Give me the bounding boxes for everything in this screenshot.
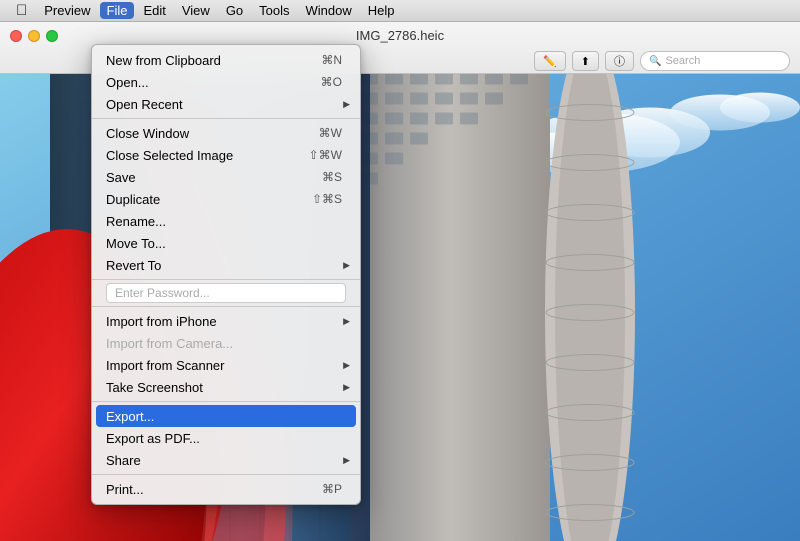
menu-item-new-clipboard[interactable]: New from Clipboard ⌘N <box>92 49 360 71</box>
menu-item-import-iphone[interactable]: Import from iPhone <box>92 310 360 332</box>
menu-item-print[interactable]: Print... ⌘P <box>92 478 360 500</box>
file-menu-item[interactable]: File <box>100 2 135 19</box>
edit-menu-item[interactable]: Edit <box>136 2 172 19</box>
menu-label: Close Window <box>106 126 189 141</box>
menu-item-duplicate[interactable]: Duplicate ⇧⌘S <box>92 188 360 210</box>
dropdown-overlay: New from Clipboard ⌘N Open... ⌘O Open Re… <box>0 22 800 541</box>
menu-shortcut: ⌘N <box>321 53 346 67</box>
menu-item-revert-to[interactable]: Revert To <box>92 254 360 276</box>
menu-label: Share <box>106 453 141 468</box>
separator-5 <box>92 474 360 475</box>
menu-shortcut: ⌘S <box>322 170 346 184</box>
password-placeholder: Enter Password... <box>115 286 210 300</box>
window-menu-item[interactable]: Window <box>299 2 359 19</box>
menu-item-close-selected[interactable]: Close Selected Image ⇧⌘W <box>92 144 360 166</box>
menu-label: Close Selected Image <box>106 148 233 163</box>
menu-item-export-pdf[interactable]: Export as PDF... <box>92 427 360 449</box>
menu-item-save[interactable]: Save ⌘S <box>92 166 360 188</box>
menu-item-close-window[interactable]: Close Window ⌘W <box>92 122 360 144</box>
menu-item-share[interactable]: Share <box>92 449 360 471</box>
menu-bar-items:  Preview File Edit View Go Tools Window… <box>0 1 800 20</box>
tools-menu-item[interactable]: Tools <box>252 2 296 19</box>
menu-item-open[interactable]: Open... ⌘O <box>92 71 360 93</box>
file-dropdown-menu: New from Clipboard ⌘N Open... ⌘O Open Re… <box>91 44 361 505</box>
window-area: IMG_2786.heic ✏️ ⬆ ⓘ 🔍 Search <box>0 22 800 541</box>
menu-item-move-to[interactable]: Move To... <box>92 232 360 254</box>
menu-shortcut: ⌘P <box>322 482 346 496</box>
separator-4 <box>92 401 360 402</box>
menu-shortcut: ⇧⌘S <box>312 192 346 206</box>
menu-item-rename[interactable]: Rename... <box>92 210 360 232</box>
menu-bar:  Preview File Edit View Go Tools Window… <box>0 0 800 22</box>
menu-label: Save <box>106 170 136 185</box>
menu-label: Duplicate <box>106 192 160 207</box>
menu-item-take-screenshot[interactable]: Take Screenshot <box>92 376 360 398</box>
menu-label: Move To... <box>106 236 166 251</box>
apple-menu-item[interactable]:  <box>8 1 35 20</box>
menu-item-import-camera: Import from Camera... <box>92 332 360 354</box>
menu-item-export[interactable]: Export... <box>96 405 356 427</box>
menu-shortcut: ⌘W <box>319 126 346 140</box>
menu-label: Rename... <box>106 214 166 229</box>
separator-3 <box>92 306 360 307</box>
menu-label: Export... <box>106 409 154 424</box>
menu-label: Open Recent <box>106 97 183 112</box>
menu-shortcut: ⇧⌘W <box>309 148 346 162</box>
help-menu-item[interactable]: Help <box>361 2 402 19</box>
separator-2 <box>92 279 360 280</box>
menu-label: New from Clipboard <box>106 53 221 68</box>
menu-label: Revert To <box>106 258 161 273</box>
menu-label: Import from Camera... <box>106 336 233 351</box>
menu-label: Print... <box>106 482 144 497</box>
password-input[interactable]: Enter Password... <box>106 283 346 303</box>
go-menu-item[interactable]: Go <box>219 2 250 19</box>
menu-label: Import from Scanner <box>106 358 225 373</box>
preview-menu-item[interactable]: Preview <box>37 2 97 19</box>
menu-label: Open... <box>106 75 149 90</box>
menu-label: Take Screenshot <box>106 380 203 395</box>
menu-item-import-scanner[interactable]: Import from Scanner <box>92 354 360 376</box>
menu-label: Export as PDF... <box>106 431 200 446</box>
menu-item-open-recent[interactable]: Open Recent <box>92 93 360 115</box>
menu-label: Import from iPhone <box>106 314 217 329</box>
separator-1 <box>92 118 360 119</box>
menu-shortcut: ⌘O <box>321 75 346 89</box>
view-menu-item[interactable]: View <box>175 2 217 19</box>
